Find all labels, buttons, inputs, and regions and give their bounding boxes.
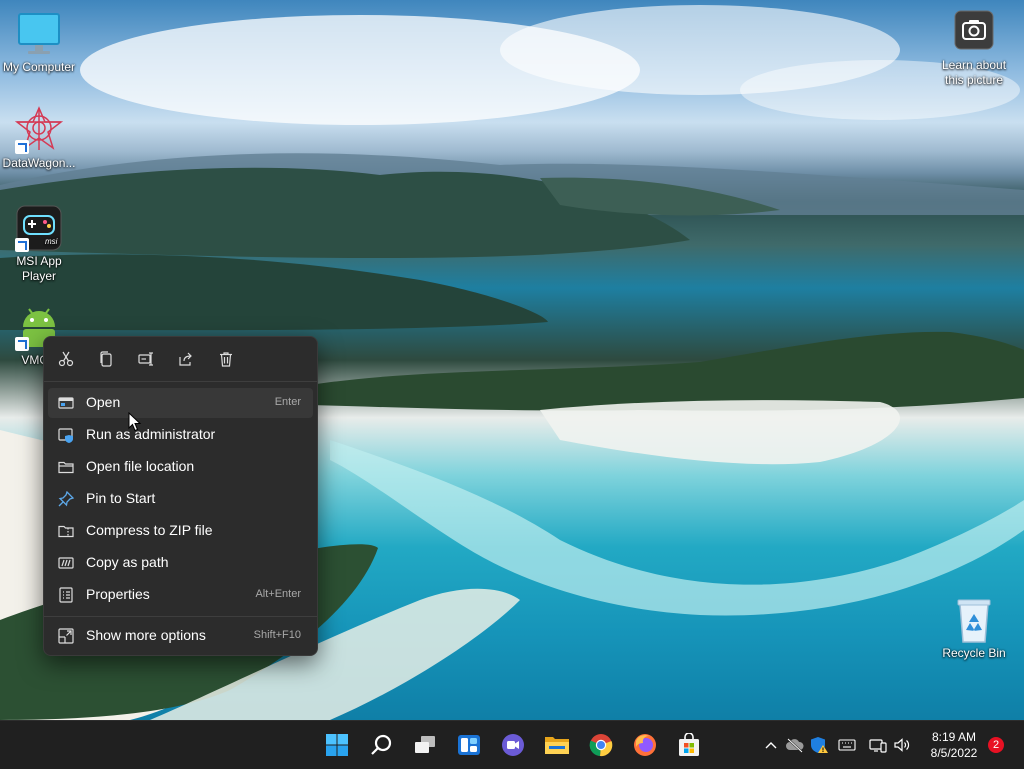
copy-path-icon — [58, 555, 74, 571]
camera-icon — [954, 10, 994, 50]
teams-chat-icon[interactable] — [498, 730, 528, 760]
menu-item-open[interactable]: Open Enter — [48, 388, 313, 418]
menu-item-pin-to-start[interactable]: Pin to Start — [48, 484, 313, 514]
task-view-icon[interactable] — [410, 730, 440, 760]
start-icon[interactable] — [322, 730, 352, 760]
desktop-icon-msi-app-player[interactable]: msi MSI App Player — [0, 204, 78, 284]
file-explorer-icon[interactable] — [542, 730, 572, 760]
datawagon-app-icon — [14, 106, 64, 154]
menu-item-copy-as-path[interactable]: Copy as path — [48, 548, 313, 578]
menu-item-label: Run as administrator — [86, 426, 216, 442]
msi-gamepad-icon: msi — [15, 204, 63, 252]
menu-item-show-more-options[interactable]: Show more options Shift+F10 — [48, 621, 313, 651]
network-icon[interactable] — [868, 735, 888, 755]
menu-item-compress-to-zip[interactable]: Compress to ZIP file — [48, 516, 313, 546]
desktop-icon-label: MSI App Player — [16, 254, 62, 283]
menu-item-label: Pin to Start — [86, 490, 156, 506]
desktop-icon-my-computer[interactable]: My Computer — [0, 10, 78, 75]
desktop-icon-learn-about-picture[interactable]: Learn about this picture — [935, 10, 1013, 88]
pin-icon — [58, 490, 75, 507]
menu-item-label: Open file location — [86, 458, 195, 474]
clock[interactable]: 8:19 AM 8/5/2022 — [920, 729, 988, 761]
menu-item-open-file-location[interactable]: Open file location — [48, 452, 313, 482]
volume-icon[interactable] — [892, 735, 912, 755]
shortcut-arrow-icon — [15, 238, 29, 252]
desktop-icon-label: DataWagon... — [2, 156, 76, 170]
folder-icon — [58, 459, 74, 475]
shield-window-icon — [58, 427, 74, 443]
context-menu-toolbar — [44, 337, 317, 382]
menu-item-run-as-administrator[interactable]: Run as administrator — [48, 420, 313, 450]
taskbar: 8:19 AM 8/5/2022 2 — [0, 720, 1024, 769]
menu-item-shortcut: Alt+Enter — [255, 588, 301, 600]
desktop-icon-label: Learn about this picture — [941, 58, 1007, 87]
microsoft-store-icon[interactable] — [674, 730, 704, 760]
menu-item-label: Open — [86, 394, 121, 410]
more-options-icon — [58, 628, 74, 644]
chevron-up-icon[interactable] — [761, 735, 781, 755]
delete-icon[interactable] — [214, 347, 238, 371]
properties-icon — [58, 587, 74, 603]
share-icon[interactable] — [174, 347, 198, 371]
mouse-cursor — [128, 411, 142, 437]
menu-item-label: Copy as path — [86, 554, 169, 570]
menu-item-shortcut: Enter — [274, 396, 301, 408]
zip-folder-icon — [58, 523, 74, 539]
clock-time: 8:19 AM — [931, 730, 977, 744]
open-window-icon — [58, 395, 74, 411]
search-icon[interactable] — [366, 730, 396, 760]
desktop-icon-label: Recycle Bin — [942, 646, 1006, 660]
recycle-bin-icon — [950, 596, 998, 644]
context-menu: Open Enter Run as administrator Open fil… — [43, 336, 318, 656]
desktop-icon-label: My Computer — [2, 60, 76, 74]
chrome-icon[interactable] — [586, 730, 616, 760]
menu-item-shortcut: Shift+F10 — [253, 629, 301, 641]
rename-icon[interactable] — [134, 347, 158, 371]
notification-badge[interactable]: 2 — [988, 737, 1004, 753]
firefox-icon[interactable] — [630, 730, 660, 760]
menu-item-properties[interactable]: Properties Alt+Enter — [48, 580, 313, 610]
onedrive-icon[interactable] — [785, 735, 805, 755]
svg-text:msi: msi — [45, 237, 58, 246]
desktop-icon-recycle-bin[interactable]: Recycle Bin — [935, 596, 1013, 661]
cut-icon[interactable] — [54, 347, 78, 371]
shortcut-arrow-icon — [15, 140, 29, 154]
menu-item-label: Compress to ZIP file — [86, 522, 213, 538]
widgets-icon[interactable] — [454, 730, 484, 760]
desktop-icon-datawagon[interactable]: DataWagon... — [0, 106, 78, 171]
security-warning-icon[interactable] — [809, 735, 829, 755]
copy-icon[interactable] — [94, 347, 118, 371]
shortcut-arrow-icon — [15, 337, 29, 351]
clock-date: 8/5/2022 — [930, 746, 978, 760]
menu-separator — [44, 616, 317, 617]
menu-item-label: Properties — [86, 586, 150, 602]
monitor-icon — [15, 10, 63, 58]
keyboard-icon[interactable] — [837, 735, 857, 755]
menu-item-label: Show more options — [86, 627, 206, 643]
